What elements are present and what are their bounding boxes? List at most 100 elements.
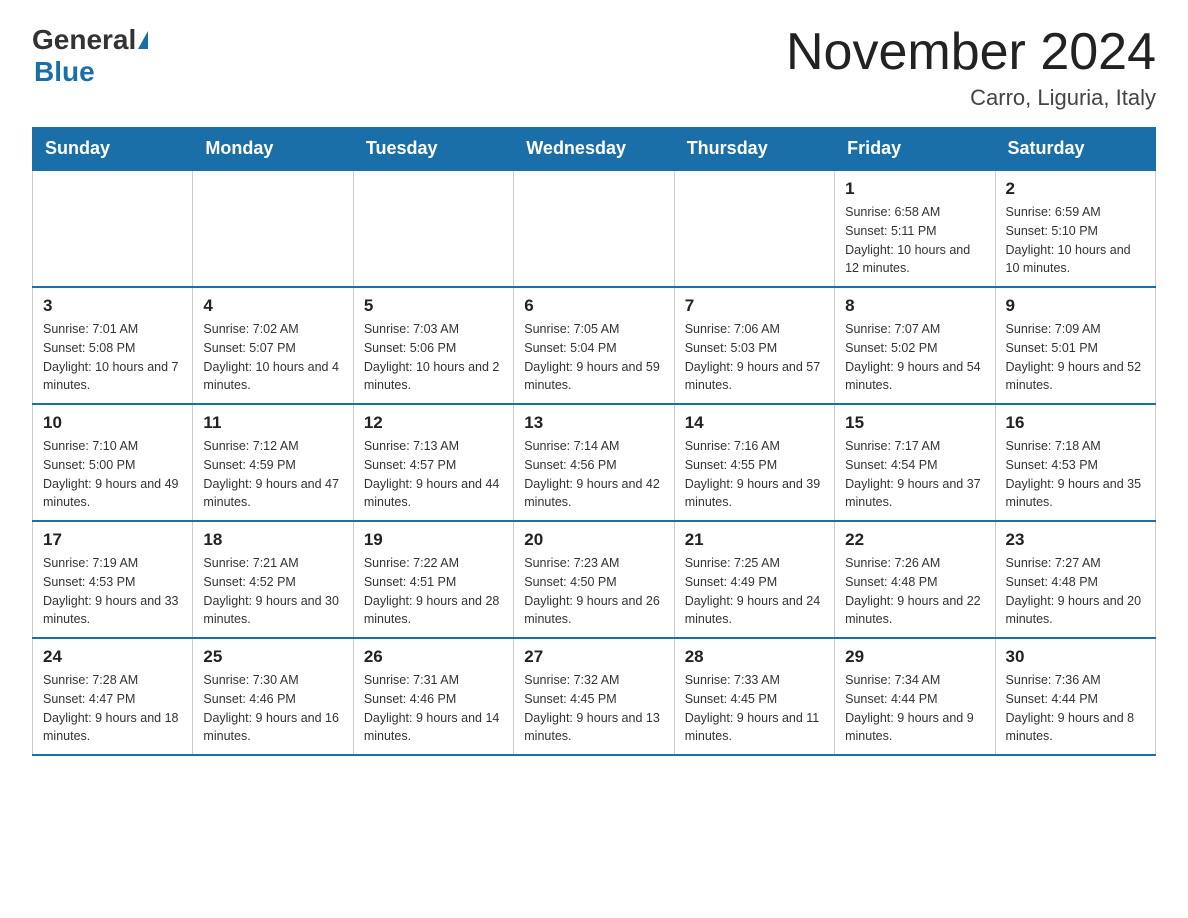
day-info: Sunrise: 7:27 AMSunset: 4:48 PMDaylight:… [1006,554,1145,629]
calendar-cell: 30 Sunrise: 7:36 AMSunset: 4:44 PMDayligh… [995,638,1155,755]
day-number: 5 [364,296,503,316]
column-header-tuesday: Tuesday [353,128,513,171]
calendar-cell: 17Sunrise: 7:19 AMSunset: 4:53 PMDayligh… [33,521,193,638]
calendar-cell: 15 Sunrise: 7:17 AMSunset: 4:54 PMDayligh… [835,404,995,521]
day-number: 12 [364,413,503,433]
day-info: Sunrise: 7:34 AMSunset: 4:44 PMDaylight:… [845,671,984,746]
day-info: Sunrise: 7:31 AMSunset: 4:46 PMDaylight:… [364,671,503,746]
calendar-cell: 5 Sunrise: 7:03 AMSunset: 5:06 PMDaylight… [353,287,513,404]
calendar-cell: 26Sunrise: 7:31 AMSunset: 4:46 PMDayligh… [353,638,513,755]
calendar-cell: 14 Sunrise: 7:16 AMSunset: 4:55 PMDayligh… [674,404,834,521]
column-header-monday: Monday [193,128,353,171]
week-row-3: 10Sunrise: 7:10 AMSunset: 5:00 PMDayligh… [33,404,1156,521]
day-info: Sunrise: 7:05 AMSunset: 5:04 PMDaylight:… [524,320,663,395]
title-area: November 2024 Carro, Liguria, Italy [786,24,1156,111]
day-number: 4 [203,296,342,316]
day-info: Sunrise: 7:07 AMSunset: 5:02 PMDaylight:… [845,320,984,395]
week-row-2: 3 Sunrise: 7:01 AMSunset: 5:08 PMDaylight… [33,287,1156,404]
day-number: 1 [845,179,984,199]
calendar-cell: 28Sunrise: 7:33 AMSunset: 4:45 PMDayligh… [674,638,834,755]
day-info: Sunrise: 7:14 AMSunset: 4:56 PMDaylight:… [524,437,663,512]
day-info: Sunrise: 7:09 AMSunset: 5:01 PMDaylight:… [1006,320,1145,395]
column-header-sunday: Sunday [33,128,193,171]
month-title: November 2024 [786,24,1156,81]
day-number: 27 [524,647,663,667]
day-number: 23 [1006,530,1145,550]
calendar-cell: 16 Sunrise: 7:18 AMSunset: 4:53 PMDayligh… [995,404,1155,521]
day-number: 22 [845,530,984,550]
day-info: Sunrise: 7:01 AMSunset: 5:08 PMDaylight:… [43,320,182,395]
day-info: Sunrise: 7:23 AMSunset: 4:50 PMDaylight:… [524,554,663,629]
day-info: Sunrise: 7:19 AMSunset: 4:53 PMDaylight:… [43,554,182,629]
day-number: 16 [1006,413,1145,433]
day-info: Sunrise: 7:03 AMSunset: 5:06 PMDaylight:… [364,320,503,395]
day-number: 19 [364,530,503,550]
logo-blue-text: Blue [34,56,95,87]
calendar-cell: 25 Sunrise: 7:30 AMSunset: 4:46 PMDayligh… [193,638,353,755]
calendar-cell: 18 Sunrise: 7:21 AMSunset: 4:52 PMDayligh… [193,521,353,638]
calendar-cell: 23 Sunrise: 7:27 AMSunset: 4:48 PMDayligh… [995,521,1155,638]
day-info: Sunrise: 7:17 AMSunset: 4:54 PMDaylight:… [845,437,984,512]
calendar-cell: 19 Sunrise: 7:22 AMSunset: 4:51 PMDayligh… [353,521,513,638]
day-info: Sunrise: 7:36 AMSunset: 4:44 PMDaylight:… [1006,671,1145,746]
day-info: Sunrise: 7:12 AMSunset: 4:59 PMDaylight:… [203,437,342,512]
day-number: 20 [524,530,663,550]
calendar-cell: 24Sunrise: 7:28 AMSunset: 4:47 PMDayligh… [33,638,193,755]
calendar-cell: 3 Sunrise: 7:01 AMSunset: 5:08 PMDaylight… [33,287,193,404]
calendar-cell: 10Sunrise: 7:10 AMSunset: 5:00 PMDayligh… [33,404,193,521]
day-number: 2 [1006,179,1145,199]
logo-triangle-icon [138,31,148,49]
logo-general-text: General [32,24,136,56]
calendar-cell: 20 Sunrise: 7:23 AMSunset: 4:50 PMDayligh… [514,521,674,638]
calendar-cell [33,170,193,287]
day-info: Sunrise: 7:02 AMSunset: 5:07 PMDaylight:… [203,320,342,395]
column-header-friday: Friday [835,128,995,171]
day-info: Sunrise: 7:18 AMSunset: 4:53 PMDaylight:… [1006,437,1145,512]
calendar-cell: 11 Sunrise: 7:12 AMSunset: 4:59 PMDayligh… [193,404,353,521]
day-number: 25 [203,647,342,667]
day-info: Sunrise: 7:06 AMSunset: 5:03 PMDaylight:… [685,320,824,395]
calendar-cell: 4 Sunrise: 7:02 AMSunset: 5:07 PMDaylight… [193,287,353,404]
day-number: 7 [685,296,824,316]
day-info: Sunrise: 7:10 AMSunset: 5:00 PMDaylight:… [43,437,182,512]
day-info: Sunrise: 7:32 AMSunset: 4:45 PMDaylight:… [524,671,663,746]
day-info: Sunrise: 7:25 AMSunset: 4:49 PMDaylight:… [685,554,824,629]
calendar-cell: 21 Sunrise: 7:25 AMSunset: 4:49 PMDayligh… [674,521,834,638]
day-number: 21 [685,530,824,550]
calendar-cell: 9Sunrise: 7:09 AMSunset: 5:01 PMDaylight… [995,287,1155,404]
week-row-4: 17Sunrise: 7:19 AMSunset: 4:53 PMDayligh… [33,521,1156,638]
calendar-cell: 27 Sunrise: 7:32 AMSunset: 4:45 PMDayligh… [514,638,674,755]
calendar-cell [674,170,834,287]
calendar-cell: 13 Sunrise: 7:14 AMSunset: 4:56 PMDayligh… [514,404,674,521]
header: General Blue November 2024 Carro, Liguri… [32,24,1156,111]
location-subtitle: Carro, Liguria, Italy [786,85,1156,111]
column-header-wednesday: Wednesday [514,128,674,171]
day-info: Sunrise: 7:30 AMSunset: 4:46 PMDaylight:… [203,671,342,746]
day-number: 15 [845,413,984,433]
day-number: 11 [203,413,342,433]
calendar-cell: 12 Sunrise: 7:13 AMSunset: 4:57 PMDayligh… [353,404,513,521]
day-number: 14 [685,413,824,433]
calendar-cell: 2 Sunrise: 6:59 AMSunset: 5:10 PMDaylight… [995,170,1155,287]
calendar-table: SundayMondayTuesdayWednesdayThursdayFrid… [32,127,1156,756]
day-info: Sunrise: 7:21 AMSunset: 4:52 PMDaylight:… [203,554,342,629]
calendar-cell [193,170,353,287]
day-info: Sunrise: 7:22 AMSunset: 4:51 PMDaylight:… [364,554,503,629]
calendar-cell: 8Sunrise: 7:07 AMSunset: 5:02 PMDaylight… [835,287,995,404]
day-info: Sunrise: 7:16 AMSunset: 4:55 PMDaylight:… [685,437,824,512]
day-number: 18 [203,530,342,550]
day-info: Sunrise: 7:13 AMSunset: 4:57 PMDaylight:… [364,437,503,512]
calendar-cell [353,170,513,287]
day-info: Sunrise: 7:28 AMSunset: 4:47 PMDaylight:… [43,671,182,746]
day-number: 3 [43,296,182,316]
day-number: 30 [1006,647,1145,667]
calendar-cell: 6Sunrise: 7:05 AMSunset: 5:04 PMDaylight… [514,287,674,404]
day-number: 13 [524,413,663,433]
day-info: Sunrise: 7:33 AMSunset: 4:45 PMDaylight:… [685,671,824,746]
week-row-5: 24Sunrise: 7:28 AMSunset: 4:47 PMDayligh… [33,638,1156,755]
day-info: Sunrise: 6:59 AMSunset: 5:10 PMDaylight:… [1006,203,1145,278]
header-row: SundayMondayTuesdayWednesdayThursdayFrid… [33,128,1156,171]
column-header-thursday: Thursday [674,128,834,171]
column-header-saturday: Saturday [995,128,1155,171]
calendar-cell [514,170,674,287]
